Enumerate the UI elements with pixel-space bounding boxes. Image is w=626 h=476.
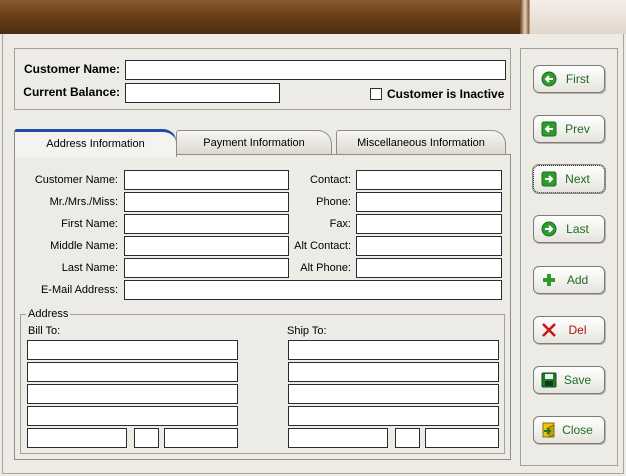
door-exit-icon [541, 422, 557, 438]
plus-icon [541, 272, 557, 288]
title-bar-controls-area [529, 0, 626, 34]
prev-button-label: Prev [565, 122, 590, 136]
inactive-label: Customer is Inactive [387, 87, 505, 101]
customer-name-label: Customer Name: [23, 62, 120, 76]
tab-address-information[interactable]: Address Information [14, 129, 177, 157]
save-button[interactable]: Save [533, 366, 605, 394]
current-balance-label: Current Balance: [23, 85, 120, 99]
inactive-checkbox[interactable] [370, 88, 382, 100]
title-bar[interactable] [0, 0, 626, 34]
first-button[interactable]: First [533, 65, 605, 93]
save-button-label: Save [563, 373, 592, 387]
customer-name-input[interactable] [125, 60, 506, 80]
last-button[interactable]: Last [533, 215, 605, 243]
delete-button[interactable]: Del [533, 316, 605, 344]
x-delete-icon [541, 322, 557, 338]
arrow-right-circle-icon [541, 221, 557, 237]
tab-miscellaneous-information[interactable]: Miscellaneous Information [336, 130, 506, 154]
last-button-label: Last [566, 222, 589, 236]
next-button[interactable]: Next [532, 164, 606, 194]
arrow-right-square-icon [541, 171, 557, 187]
close-button-label: Close [562, 423, 593, 437]
add-button[interactable]: Add [533, 266, 605, 294]
navigation-button-panel [520, 48, 618, 466]
close-button[interactable]: Close [533, 416, 605, 444]
next-button-label: Next [565, 172, 590, 186]
first-button-label: First [565, 72, 590, 86]
address-tab-panel [14, 154, 511, 460]
arrow-left-square-icon [541, 121, 557, 137]
floppy-disk-icon [541, 372, 557, 388]
tab-payment-information[interactable]: Payment Information [176, 130, 332, 154]
current-balance-input[interactable] [125, 83, 280, 103]
arrow-left-circle-icon [541, 71, 557, 87]
delete-button-label: Del [568, 323, 587, 337]
add-button-label: Add [566, 273, 589, 287]
tab-label: Address Information [46, 138, 145, 150]
prev-button[interactable]: Prev [533, 115, 605, 143]
tab-label: Payment Information [203, 137, 305, 149]
tab-label: Miscellaneous Information [357, 137, 485, 149]
